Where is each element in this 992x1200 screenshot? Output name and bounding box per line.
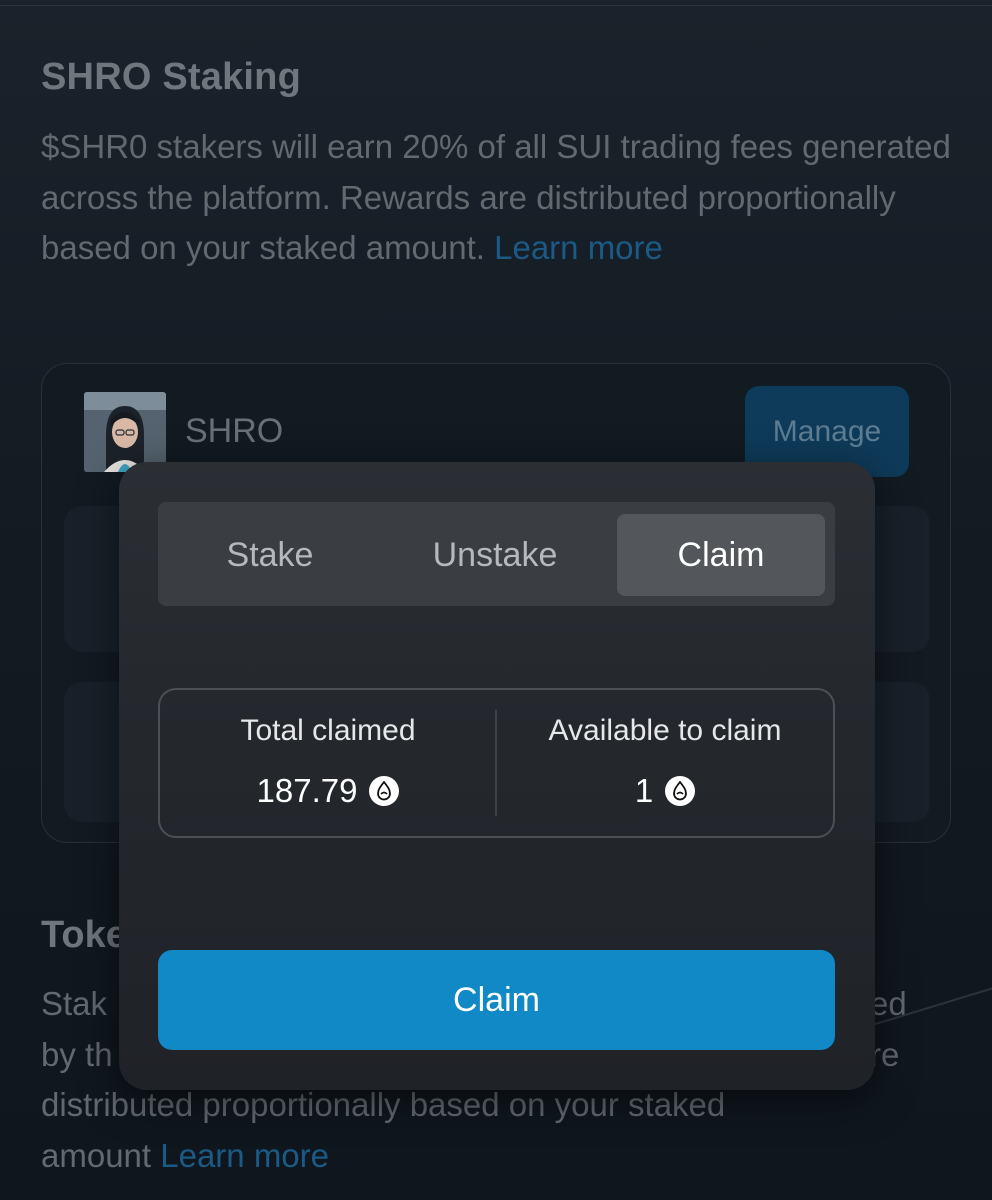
- available-to-claim-stat: Available to claim 1: [497, 690, 833, 838]
- available-value-row: 1: [497, 772, 833, 810]
- staking-modal: Stake Unstake Claim Total claimed 187.79…: [119, 462, 875, 1090]
- sui-drop-icon: [369, 776, 400, 806]
- total-claimed-value: 187.79: [256, 772, 358, 809]
- claim-button[interactable]: Claim: [158, 950, 835, 1050]
- sui-drop-icon: [665, 776, 696, 806]
- tab-stake[interactable]: Stake: [166, 514, 374, 596]
- desc-line: amount Learn more: [41, 1131, 921, 1182]
- tab-bar: Stake Unstake Claim: [158, 502, 835, 606]
- top-divider: [0, 0, 992, 6]
- staking-description: $SHR0 stakers will earn 20% of all SUI t…: [41, 122, 961, 274]
- total-claimed-value-row: 187.79: [160, 772, 496, 810]
- total-claimed-label: Total claimed: [240, 714, 416, 747]
- claim-stats: Total claimed 187.79 Available to claim …: [158, 688, 835, 838]
- desc-line-text: amount: [41, 1136, 152, 1174]
- avatar-image: [84, 392, 166, 472]
- token-name: SHRO: [185, 412, 284, 450]
- learn-more-link[interactable]: Learn more: [160, 1137, 329, 1174]
- tab-claim[interactable]: Claim: [617, 514, 825, 596]
- available-value: 1: [634, 772, 654, 809]
- staking-section-title: SHRO Staking: [41, 56, 301, 98]
- learn-more-link[interactable]: Learn more: [494, 229, 663, 266]
- desc-line-start: by th: [41, 1035, 113, 1073]
- tab-unstake[interactable]: Unstake: [391, 514, 599, 596]
- token-avatar: [84, 392, 166, 472]
- token-section-title: Toke: [41, 914, 127, 956]
- available-label: Available to claim: [548, 714, 782, 747]
- total-claimed-stat: Total claimed 187.79: [160, 690, 496, 838]
- desc-line-start: Stak: [41, 985, 108, 1022]
